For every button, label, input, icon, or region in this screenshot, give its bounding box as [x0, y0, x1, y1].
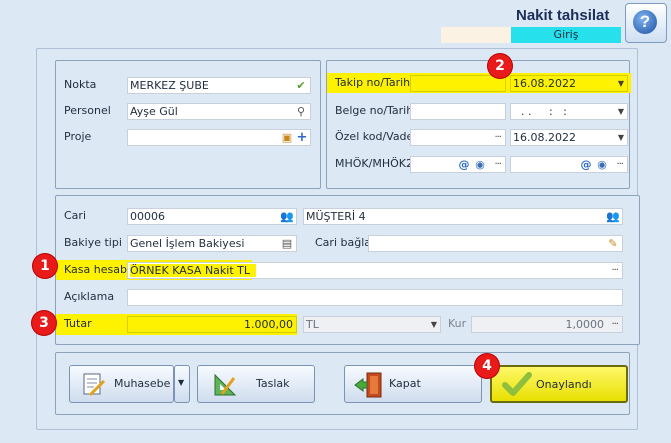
- lock-icon[interactable]: ▣: [280, 131, 294, 144]
- taslak-button[interactable]: Taslak: [197, 365, 315, 403]
- muhasebe-button[interactable]: Muhasebe: [69, 365, 174, 403]
- kasa-value: ÖRNEK KASA Nakit TL: [130, 264, 256, 277]
- nokta-field[interactable]: MERKEZ ŞUBE ✔: [127, 77, 311, 94]
- edit-icon[interactable]: ✎: [606, 237, 620, 250]
- exit-door-icon: [354, 372, 382, 398]
- mhok2-field[interactable]: @ ◉ ···: [510, 156, 628, 173]
- tutar-field[interactable]: 1.000,00: [127, 316, 297, 333]
- takip-date-field[interactable]: 16.08.2022 ▼: [510, 75, 628, 92]
- chevron-down-icon[interactable]: ▼: [618, 105, 624, 119]
- chevron-down-icon: ▼: [178, 378, 185, 387]
- cari-code-field[interactable]: 00006 👥: [127, 208, 297, 225]
- bakiye-field[interactable]: Genel İşlem Bakiyesi ▤: [127, 235, 297, 252]
- document-edit-icon: [83, 373, 106, 397]
- nokta-value: MERKEZ ŞUBE: [130, 79, 209, 92]
- view-icon[interactable]: ◉: [473, 158, 487, 171]
- view-icon[interactable]: ◉: [595, 158, 609, 171]
- proje-label: Proje: [64, 130, 92, 143]
- check-icon[interactable]: ✔: [294, 79, 308, 92]
- step-badge-4: 4: [475, 354, 499, 378]
- list-icon[interactable]: ▤: [280, 237, 294, 250]
- chevron-down-icon[interactable]: ▼: [618, 77, 624, 91]
- users-icon[interactable]: 👥: [280, 210, 294, 223]
- takip-no-field[interactable]: [410, 75, 506, 92]
- onaylandi-button[interactable]: Onaylandı: [490, 365, 628, 403]
- group-tracking: Takip no/Tarih 16.08.2022 ▼ Belge no/Tar…: [326, 60, 631, 189]
- group-location: Nokta MERKEZ ŞUBE ✔ Personel Ayşe Gül ⚲ …: [55, 60, 321, 189]
- vade-date-field[interactable]: 16.08.2022 ▼: [510, 129, 628, 146]
- muhasebe-dropdown[interactable]: ▼: [174, 365, 190, 403]
- vade-date-value: 16.08.2022: [513, 131, 576, 144]
- chevron-down-icon[interactable]: ▼: [618, 131, 624, 145]
- tutar-label: Tutar: [64, 317, 92, 330]
- aciklama-field[interactable]: [127, 289, 623, 306]
- users-icon[interactable]: 👥: [606, 210, 620, 223]
- ozel-kod-field[interactable]: ···: [410, 129, 506, 146]
- plus-icon[interactable]: +: [295, 131, 309, 144]
- at-icon[interactable]: @: [457, 158, 471, 171]
- ellipsis-icon[interactable]: ···: [494, 157, 501, 172]
- belge-time-field[interactable]: . . : : ▼: [510, 103, 628, 120]
- currency-value: TL: [306, 318, 319, 331]
- personel-value: Ayşe Gül: [130, 105, 178, 118]
- bakiye-value: Genel İşlem Bakiyesi: [130, 237, 245, 250]
- step-badge-1: 1: [33, 254, 57, 278]
- draft-ruler-icon: [214, 373, 237, 396]
- cari-code-value: 00006: [130, 210, 165, 223]
- kur-value: 1,0000: [565, 318, 605, 331]
- mhok-label: MHÖK/MHÖK2: [335, 157, 413, 170]
- chevron-down-icon[interactable]: ▼: [431, 318, 437, 332]
- onaylandi-label: Onaylandı: [536, 378, 592, 391]
- ellipsis-icon[interactable]: ···: [616, 157, 623, 172]
- nokta-label: Nokta: [64, 78, 97, 91]
- proje-field[interactable]: ▣ +: [127, 129, 311, 146]
- subtitle-strip: [441, 27, 511, 43]
- cari-label: Cari: [64, 209, 86, 222]
- belge-label: Belge no/Tarih: [335, 104, 414, 117]
- taslak-label: Taslak: [256, 377, 290, 390]
- kur-field[interactable]: 1,0000 ···: [471, 316, 623, 333]
- help-button[interactable]: ?: [625, 3, 667, 43]
- belge-time-value: . . : :: [521, 105, 567, 118]
- step-badge-3: 3: [32, 311, 56, 335]
- bakiye-label: Bakiye tipi: [64, 236, 122, 249]
- ozel-label: Özel kod/Vade: [335, 130, 414, 143]
- ellipsis-icon[interactable]: ···: [611, 317, 618, 332]
- kasa-field[interactable]: ÖRNEK KASA Nakit TL ···: [127, 262, 623, 279]
- cari-name-value: MÜŞTERİ 4: [306, 210, 366, 223]
- cari-baglanti-field[interactable]: ✎: [368, 235, 623, 252]
- kur-label: Kur: [448, 317, 467, 330]
- checkmark-icon: [502, 372, 532, 396]
- window-title: Nakit tahsilat: [516, 7, 610, 24]
- ellipsis-icon[interactable]: ···: [611, 263, 618, 278]
- kapat-label: Kapat: [389, 377, 421, 390]
- step-badge-2: 2: [488, 54, 512, 78]
- takip-label: Takip no/Tarih: [335, 76, 411, 89]
- at-icon[interactable]: @: [579, 158, 593, 171]
- ellipsis-icon[interactable]: ···: [494, 130, 501, 145]
- search-icon[interactable]: ⚲: [294, 105, 308, 118]
- kapat-button[interactable]: Kapat: [344, 365, 482, 403]
- belge-no-field[interactable]: [410, 103, 506, 120]
- kasa-label: Kasa hesabı: [64, 263, 130, 276]
- currency-select[interactable]: TL ▼: [303, 316, 441, 333]
- help-icon: ?: [633, 10, 657, 34]
- group-transaction: Cari 00006 👥 MÜŞTERİ 4 👥 Bakiye tipi Gen…: [55, 195, 640, 345]
- cari-name-field[interactable]: MÜŞTERİ 4 👥: [303, 208, 623, 225]
- takip-date-value: 16.08.2022: [513, 77, 576, 90]
- aciklama-label: Açıklama: [64, 290, 115, 303]
- personel-field[interactable]: Ayşe Gül ⚲: [127, 103, 311, 120]
- muhasebe-label: Muhasebe: [114, 377, 171, 390]
- mhok-field[interactable]: @ ◉ ···: [410, 156, 506, 173]
- mode-label: Giriş: [511, 27, 621, 43]
- personel-label: Personel: [64, 104, 111, 117]
- tutar-value: 1.000,00: [244, 318, 293, 331]
